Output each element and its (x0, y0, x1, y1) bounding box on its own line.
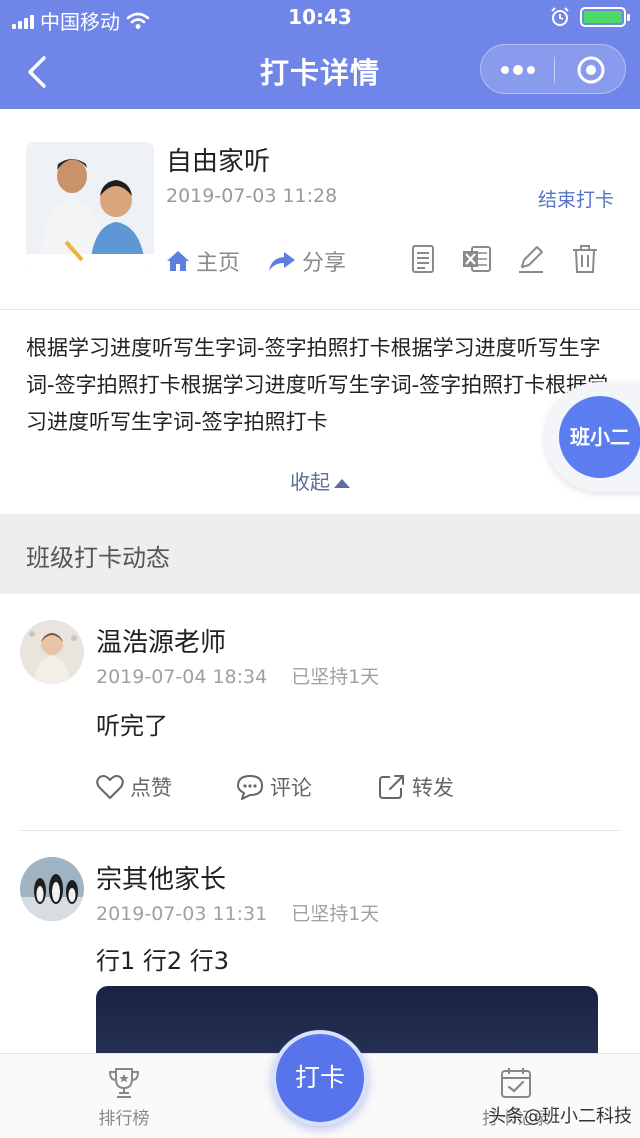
close-miniprogram-icon[interactable] (555, 45, 627, 95)
section-header: 班级打卡动态 (0, 514, 640, 594)
heart-icon (96, 775, 124, 799)
delete-icon[interactable] (570, 243, 600, 275)
post-content: 听完了 (96, 712, 168, 740)
end-checkin-button[interactable]: 结束打卡 (538, 185, 614, 212)
trophy-icon (108, 1068, 140, 1098)
post-meta: 2019-07-04 18:34 已坚持1天 (96, 662, 379, 689)
share-button[interactable]: 分享 (268, 245, 346, 277)
post-datetime: 2019-07-04 18:34 (96, 666, 268, 688)
collapse-button[interactable]: 收起 (0, 466, 640, 495)
post-streak: 已坚持1天 (291, 666, 380, 688)
edit-icon[interactable] (516, 243, 546, 275)
miniprogram-capsule (480, 44, 626, 94)
checkin-card: 自由家听 2019-07-03 11:28 结束打卡 主页 分享 (0, 109, 640, 309)
home-icon (167, 251, 189, 271)
assistant-logo: 班小二 (559, 396, 640, 478)
battery-icon (580, 7, 630, 27)
divider (0, 309, 640, 310)
post-meta: 2019-07-03 11:31 已坚持1天 (96, 899, 379, 926)
post-datetime: 2019-07-03 11:31 (96, 903, 268, 925)
forward-icon (379, 775, 404, 799)
home-label: 主页 (196, 251, 241, 276)
post-author: 温浩源老师 (96, 628, 227, 658)
caret-up-icon (334, 479, 350, 488)
tab-ranking-label: 排行榜 (98, 1109, 150, 1129)
excel-export-icon[interactable] (462, 243, 492, 275)
app-header: 中国移动 10:43 打卡详情 (0, 0, 640, 109)
comment-button[interactable]: 评论 (236, 772, 312, 802)
forward-label: 转发 (412, 776, 454, 800)
calendar-check-icon (501, 1068, 531, 1098)
more-icon[interactable] (481, 45, 554, 95)
post-streak: 已坚持1天 (291, 903, 380, 925)
watermark: 头条@班小二科技 (488, 1106, 632, 1127)
collapse-label: 收起 (290, 470, 330, 494)
document-icon[interactable] (408, 243, 438, 275)
like-label: 点赞 (130, 776, 172, 800)
comment-label: 评论 (270, 776, 312, 800)
avatar[interactable] (20, 857, 84, 921)
feed-post: 温浩源老师 2019-07-04 18:34 已坚持1天 听完了 点赞 评论 转发 (0, 594, 640, 830)
activity-title: 自由家听 (166, 147, 271, 177)
activity-thumbnail (26, 142, 154, 270)
activity-description: 根据学习进度听写生字词-签字拍照打卡根据学习进度听写生字词-签字拍照打卡根据学习… (26, 336, 609, 434)
avatar[interactable] (20, 620, 84, 684)
share-icon (269, 252, 295, 271)
activity-datetime: 2019-07-03 11:28 (166, 185, 338, 207)
status-right (550, 7, 630, 27)
like-button[interactable]: 点赞 (96, 772, 172, 802)
status-bar: 中国移动 10:43 (0, 0, 640, 36)
post-content: 行1 行2 行3 (96, 947, 230, 975)
section-title: 班级打卡动态 (26, 544, 170, 572)
comment-icon (237, 775, 263, 800)
forward-button[interactable]: 转发 (378, 772, 454, 802)
home-button[interactable]: 主页 (166, 245, 240, 277)
post-author: 宗其他家长 (96, 865, 227, 895)
alarm-icon (551, 7, 569, 26)
share-label: 分享 (302, 251, 347, 276)
status-time: 10:43 (288, 5, 352, 29)
tab-ranking[interactable]: 排行榜 (86, 1066, 162, 1129)
checkin-button[interactable]: 打卡 (272, 1030, 368, 1126)
